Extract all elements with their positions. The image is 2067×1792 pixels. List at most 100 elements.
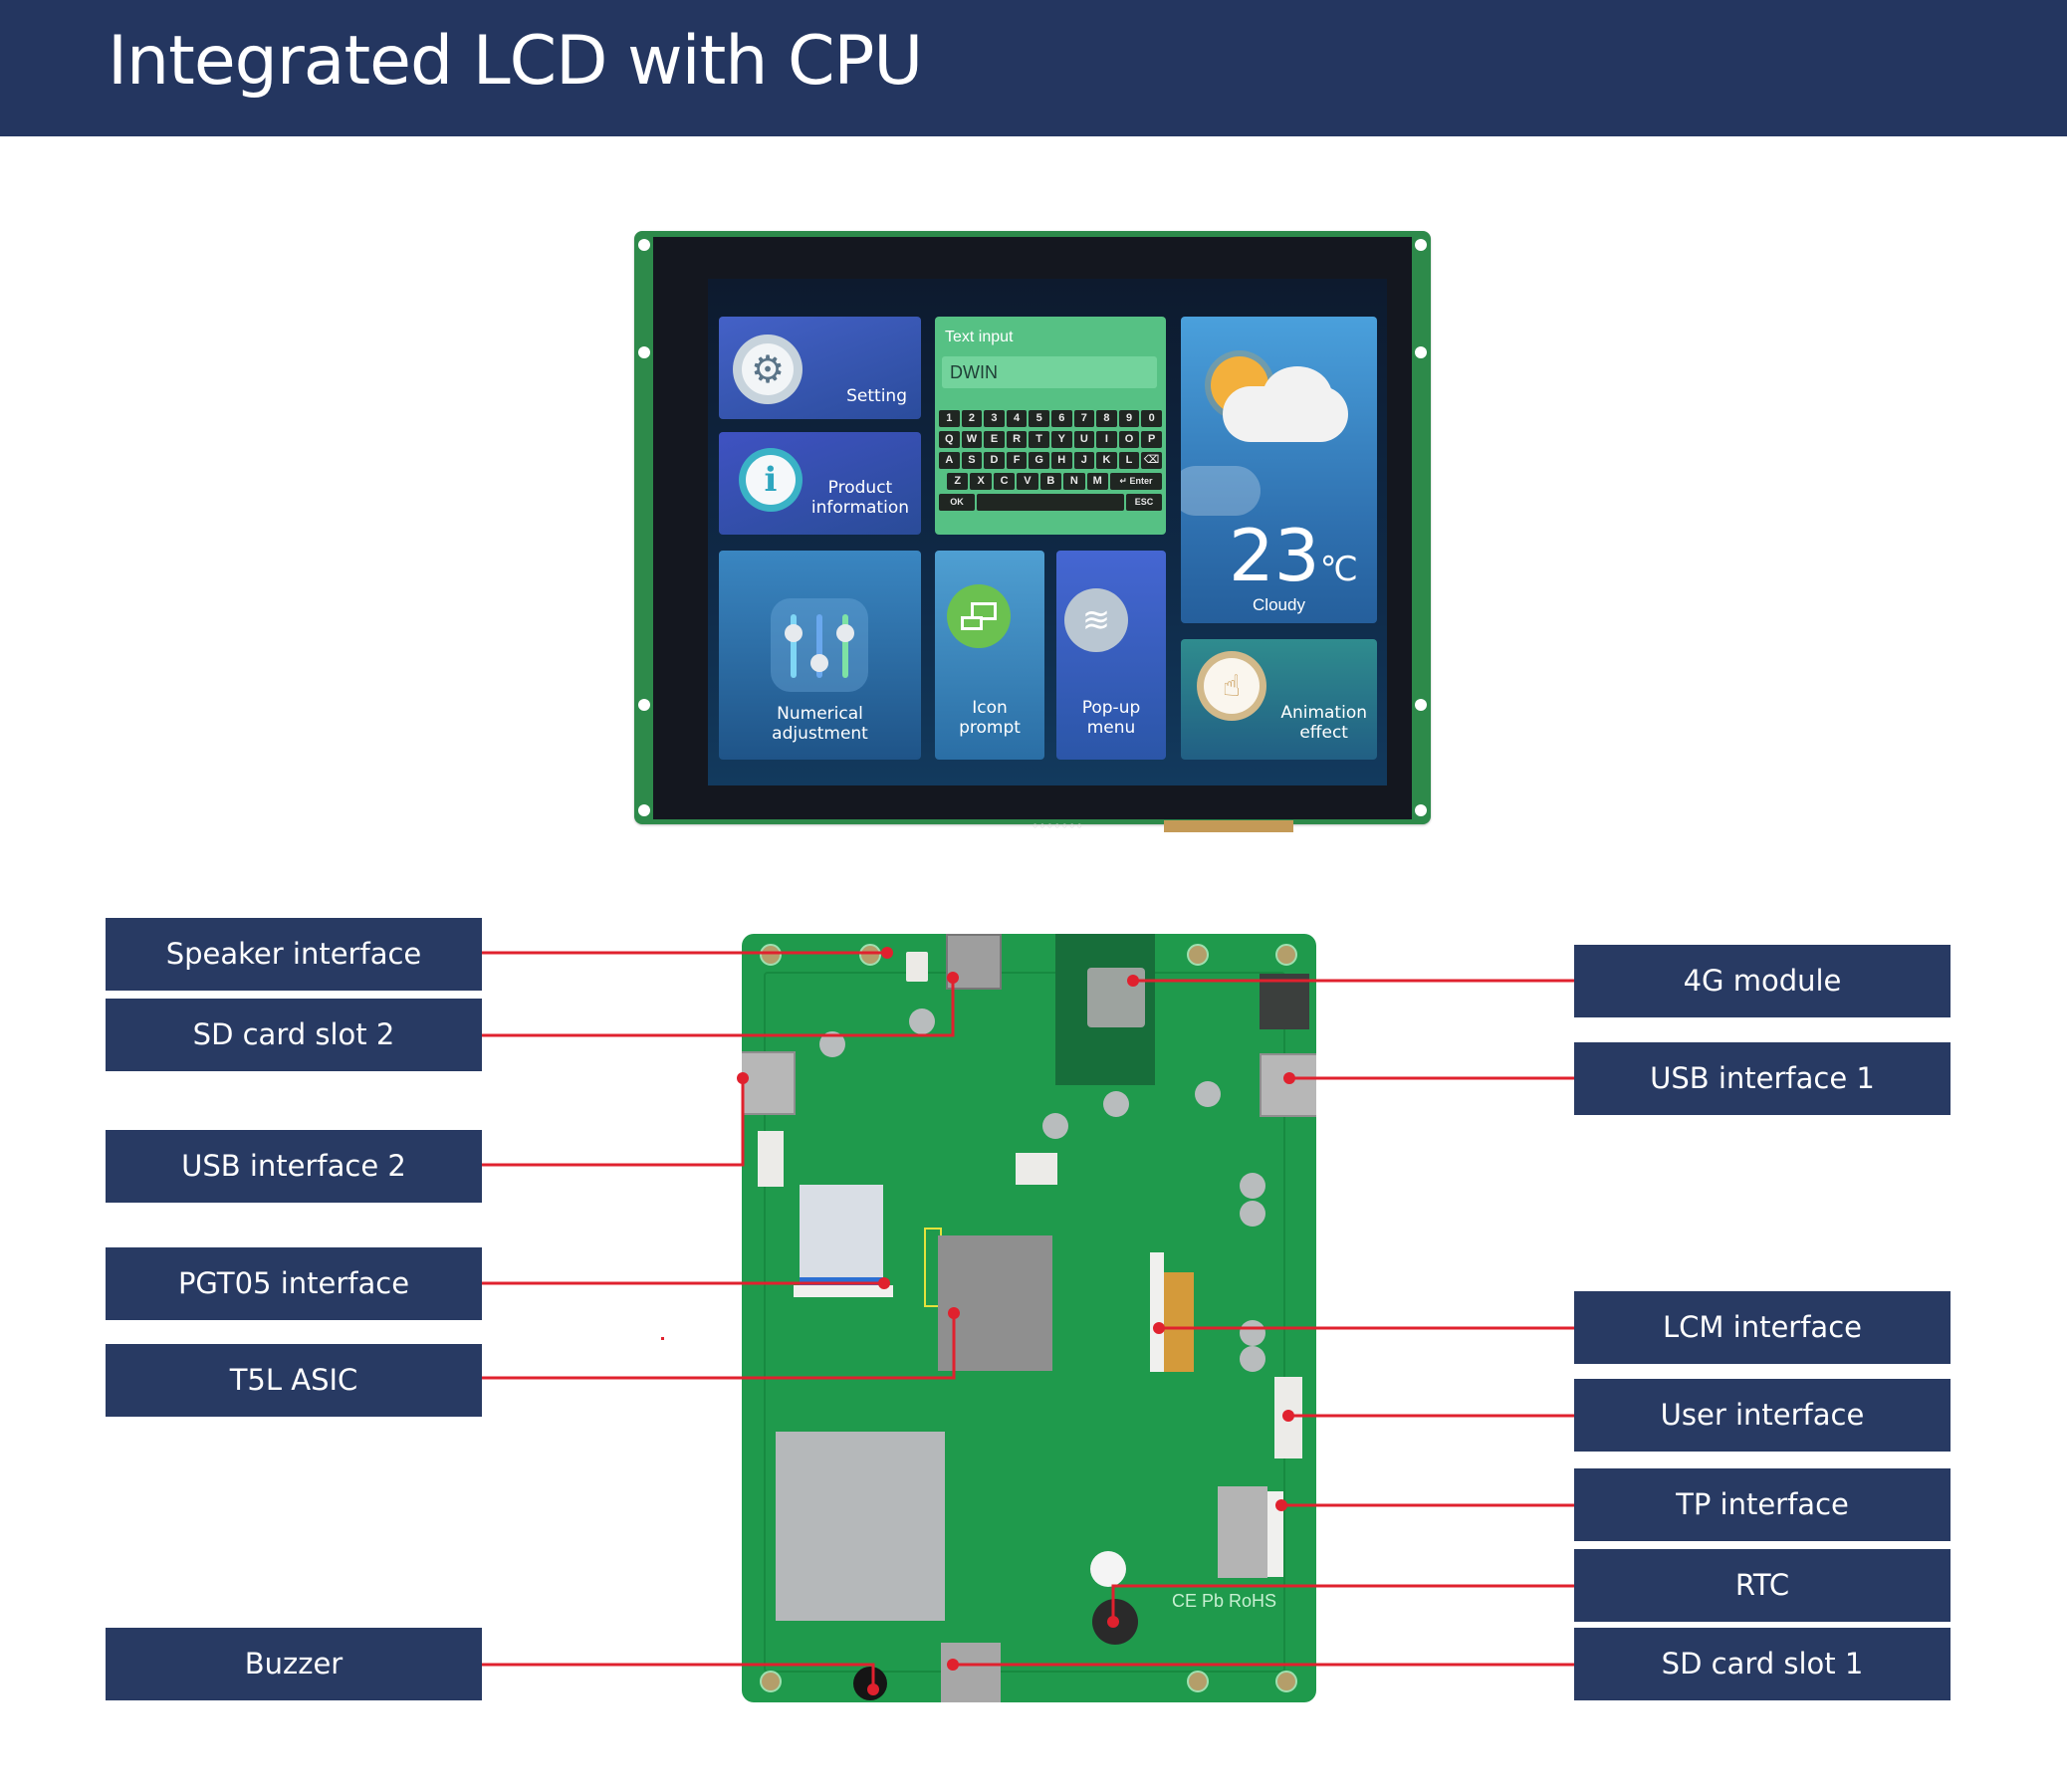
keyboard-key: 9 [1118,410,1140,427]
mount-hole [1187,944,1209,966]
keyboard-key: D [984,452,1005,469]
mount-hole [638,239,650,251]
keyboard-key: J [1073,452,1095,469]
gear-icon: ⚙ [733,335,803,404]
keyboard-key: U [1073,431,1095,448]
keyboard-key: 7 [1073,410,1095,427]
mount-hole [760,944,782,966]
keyboard-key: 5 [1029,410,1049,427]
keyboard-key: I [1096,431,1117,448]
tile-label-line: Numerical [777,704,863,724]
usb-port-1 [1260,1053,1316,1117]
header-banner: Integrated LCD with CPU [0,0,2067,136]
tile-text-input: Text input DWIN 1234567890 QWERTYUIOP AS… [935,317,1166,535]
mount-hole [638,699,650,711]
keyboard-key: W [961,431,983,448]
keyboard-row: 1234567890 [939,410,1162,427]
rtc-holder [1090,1551,1126,1587]
key-ok: OK [939,494,975,511]
keyboard-key: F [1006,452,1028,469]
keyboard-key: P [1141,431,1162,448]
mount-hole [1415,804,1427,816]
keyboard-key: C [993,473,1016,490]
tile-label-line: menu [1086,718,1136,738]
keyboard-row: OK ESC [939,494,1162,511]
keyboard-key: 1 [939,410,960,427]
label-buzzer: Buzzer [106,1628,482,1700]
mount-hole [638,804,650,816]
keyboard-key: Q [939,431,960,448]
keyboard-key: V [1017,473,1038,490]
keyboard-key: 8 [1096,410,1117,427]
keyboard-key: M [1086,473,1108,490]
keyboard-key: 2 [961,410,983,427]
mount-hole [1187,1671,1209,1692]
mount-hole [1275,944,1297,966]
capacitor [1240,1201,1265,1227]
buzzer [853,1667,887,1700]
capacitor [1240,1346,1265,1372]
keyboard-key: E [984,431,1005,448]
tile-label-line: Animation [1280,703,1367,723]
keyboard-key: 3 [984,410,1005,427]
tile-label-line: prompt [959,718,1021,738]
lcd-module-photo: ⚙ Setting i Product information Text inp… [634,231,1431,832]
tp-connector [1218,1486,1267,1578]
keyboard-key: T [1029,431,1049,448]
text-input-field: DWIN [942,356,1157,388]
capacitor [1240,1320,1265,1346]
key-space [977,494,1124,511]
mount-hole [1415,346,1427,358]
sd-card-slot-1 [941,1643,1001,1702]
keyboard-key: ↵ Enter [1109,473,1162,490]
keyboard-key: N [1063,473,1085,490]
battery-connector [1016,1153,1057,1185]
keyboard-key: ⌫ [1141,452,1162,469]
capacitor [1042,1113,1068,1139]
label-user-interface: User interface [1574,1379,1951,1452]
shield-can [776,1432,945,1621]
label-usb-interface-1: USB interface 1 [1574,1042,1951,1115]
label-lcm-interface: LCM interface [1574,1291,1951,1364]
keyboard-key: Y [1050,431,1072,448]
lcd-screen: ⚙ Setting i Product information Text inp… [708,279,1387,785]
keyboard-row: A S D F G H J K L ⌫ [939,452,1162,469]
windows-icon [947,584,1011,648]
label-usb-interface-2: USB interface 2 [106,1130,482,1203]
4g-module-chip [1087,968,1145,1027]
tile-label-line: information [810,498,909,518]
label-sd-card-slot-1: SD card slot 1 [1574,1628,1951,1700]
compliance-marks: CE Pb RoHS [1172,1591,1277,1611]
weather-condition: Cloudy [1253,595,1305,614]
mount-hole [1415,699,1427,711]
capacitor [909,1008,935,1034]
fpc-ribbon [1164,820,1293,832]
keyboard-key: X [970,473,992,490]
tile-label: Product information [811,478,909,518]
text-input-title: Text input [945,329,1014,345]
keyboard-key: H [1050,452,1072,469]
usb2-header [758,1131,784,1187]
mount-hole [638,346,650,358]
tile-setting: ⚙ Setting [719,317,921,419]
tile-numerical-adjustment: Numerical adjustment [719,551,921,760]
ffc-connector [794,1285,893,1297]
keyboard-row: Z X C V B N M ↵ Enter [939,473,1162,490]
temperature-number: 23 [1229,514,1320,597]
keyboard-key: B [1039,473,1062,490]
keyboard-key: 4 [1006,410,1028,427]
info-icon: i [739,448,803,512]
tile-label: Icon prompt [935,698,1044,738]
cloud-icon [1263,366,1332,426]
tp-latch [1267,1491,1283,1577]
key-esc: ESC [1126,494,1162,511]
tile-label: Animation effect [1280,703,1367,743]
label-t5l-asic: T5L ASIC [106,1344,482,1417]
keyboard-key: 0 [1141,410,1162,427]
page-title: Integrated LCD with CPU [108,22,923,101]
speaker-connector [906,952,928,982]
sd-card-slot-2 [946,934,1002,990]
tile-label-line: Pop-up [1081,698,1141,718]
tile-label-line: effect [1299,723,1348,743]
mount-hole [760,1671,782,1692]
